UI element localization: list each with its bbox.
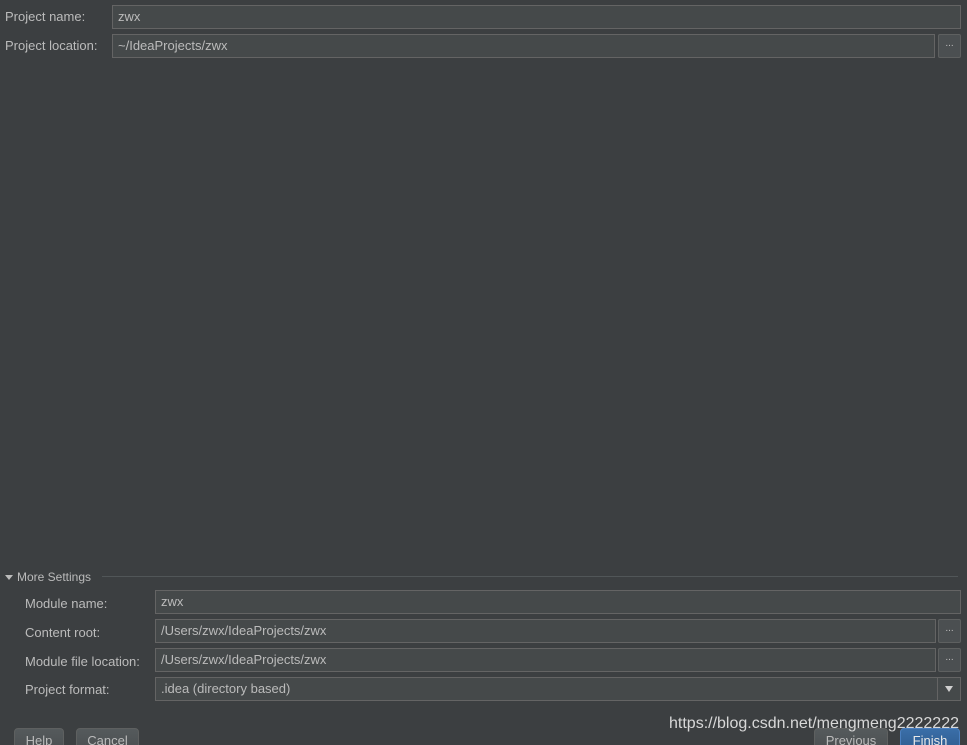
module-name-label: Module name: xyxy=(25,596,108,611)
chevron-down-icon xyxy=(5,574,13,580)
dropdown-arrow-icon xyxy=(937,678,960,700)
project-location-input[interactable]: ~/IdeaProjects/zwx xyxy=(112,34,935,58)
more-settings-title: More Settings xyxy=(17,570,92,584)
module-file-location-input[interactable]: /Users/zwx/IdeaProjects/zwx xyxy=(155,648,936,672)
content-root-browse-button[interactable]: ... xyxy=(938,619,961,643)
content-root-input[interactable]: /Users/zwx/IdeaProjects/zwx xyxy=(155,619,936,643)
watermark-url: https://blog.csdn.net/mengmeng2222222 xyxy=(669,715,959,732)
project-name-label: Project name: xyxy=(5,9,86,24)
cancel-button[interactable]: Cancel xyxy=(76,728,139,745)
module-file-location-label: Module file location: xyxy=(25,654,140,669)
module-file-location-browse-button[interactable]: ... xyxy=(938,648,961,672)
module-name-input[interactable]: zwx xyxy=(155,590,961,614)
section-divider xyxy=(102,576,958,577)
content-root-label: Content root: xyxy=(25,625,101,640)
project-location-label: Project location: xyxy=(5,38,98,53)
more-settings-toggle[interactable]: More Settings xyxy=(5,570,91,584)
help-button[interactable]: Help xyxy=(14,728,64,745)
project-format-label: Project format: xyxy=(25,682,110,697)
new-project-dialog: Project name: zwx Project location: ~/Id… xyxy=(0,0,967,745)
project-location-browse-button[interactable]: ... xyxy=(938,34,961,58)
project-name-input[interactable]: zwx xyxy=(112,5,961,29)
project-format-select[interactable]: .idea (directory based) xyxy=(155,677,961,701)
project-format-value: .idea (directory based) xyxy=(161,681,291,696)
